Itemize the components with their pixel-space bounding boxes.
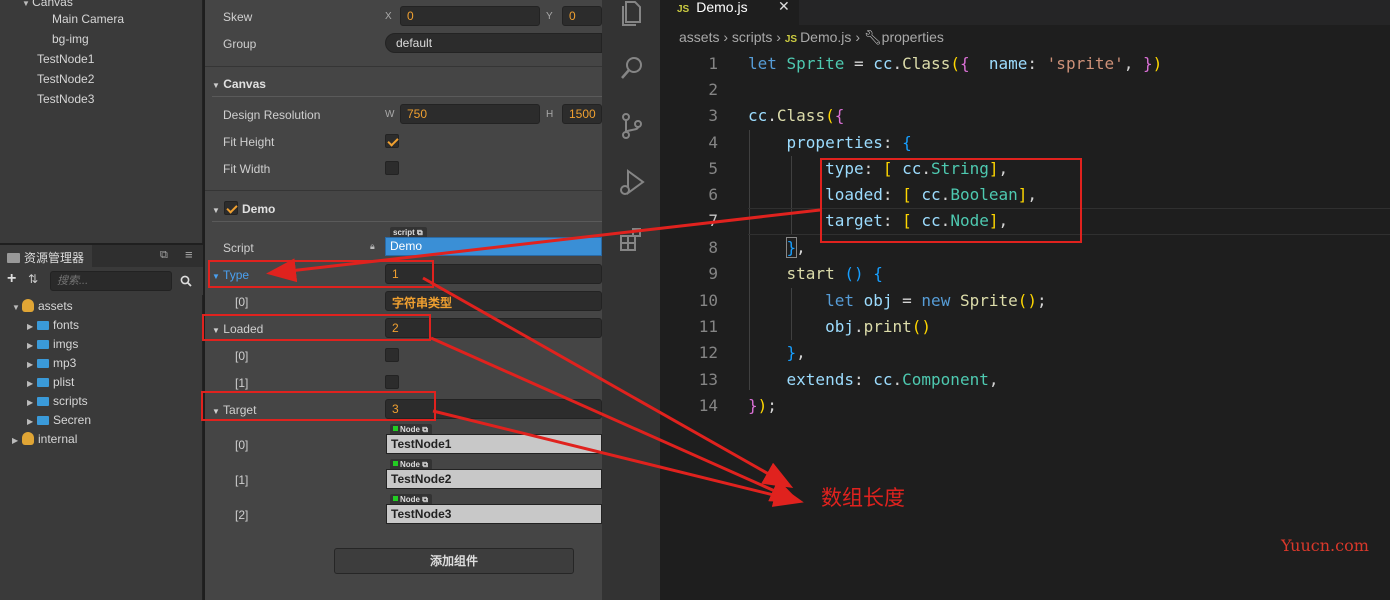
annotation-arrows bbox=[266, 208, 821, 507]
annotation-label: 数组长度 bbox=[821, 487, 905, 510]
watermark: Yuucn.com bbox=[1281, 536, 1369, 555]
